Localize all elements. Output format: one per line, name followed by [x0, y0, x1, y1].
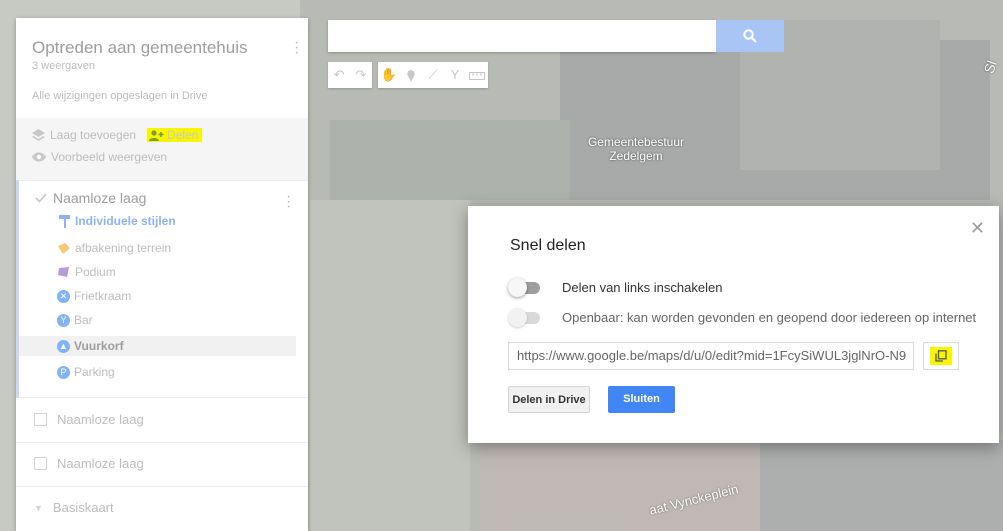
map-panel: Optreden aan gemeentehuis · · · 3 weergave…	[16, 18, 308, 531]
layer-options-menu-icon[interactable]: · · ·	[286, 189, 291, 215]
layer-name: Naamloze laag	[57, 456, 144, 471]
quick-share-dialog: ✕ Snel delen Delen van links inschakelen…	[468, 206, 999, 443]
search-input[interactable]	[328, 20, 716, 52]
layer-header[interactable]: Naamloze laag	[34, 412, 144, 427]
x-marker-icon: ✕	[57, 289, 70, 303]
ruler-icon[interactable]	[466, 62, 488, 88]
save-status: Alle wijzigingen opgeslagen in Drive	[32, 90, 208, 102]
polygon-icon	[58, 266, 69, 277]
pan-hand-icon[interactable]: ✋	[378, 62, 400, 88]
fire-marker-icon: ▲	[57, 339, 70, 353]
parking-marker-icon: P	[57, 365, 70, 379]
public-label: Openbaar: kan worden gevonden en geopend…	[562, 310, 977, 325]
copy-link-button[interactable]	[923, 342, 959, 370]
layer-checkbox[interactable]	[34, 457, 47, 470]
feature-item[interactable]: P Parking	[57, 362, 115, 382]
layer-checkbox[interactable]	[34, 413, 47, 426]
map-toolbar: ↶ ↷ ✋ ⟋ Y	[328, 62, 488, 88]
feature-item-selected[interactable]: ▲ Vuurkorf	[19, 336, 296, 356]
copy-icon	[935, 350, 947, 362]
eye-icon	[32, 152, 46, 162]
basemap-section: ▼ Basiskaart	[16, 486, 308, 531]
preview-button[interactable]: Voorbeeld weergeven	[32, 150, 167, 164]
public-toggle[interactable]	[508, 307, 542, 327]
layer-name: Naamloze laag	[53, 190, 147, 206]
map-building-label: Gemeentebestuur Zedelgem	[587, 135, 685, 163]
directions-icon[interactable]: Y	[444, 62, 466, 88]
preview-label: Voorbeeld weergeven	[51, 150, 168, 164]
search-icon	[743, 29, 757, 43]
paint-roller-icon	[59, 214, 70, 228]
chevron-down-icon[interactable]: ▼	[34, 503, 43, 513]
layers-icon	[32, 129, 45, 141]
feature-label: afbakening terrein	[75, 241, 172, 255]
layer-section: Naamloze laag · · · Individuele stijlen af…	[16, 180, 308, 398]
layer-header[interactable]: Naamloze laag	[35, 190, 146, 206]
share-button[interactable]: Delen	[147, 128, 203, 142]
feature-item[interactable]: afbakening terrein	[57, 238, 171, 258]
feature-label: Parking	[74, 365, 115, 379]
view-count: 3 weergaven	[32, 60, 95, 72]
undo-icon[interactable]: ↶	[328, 62, 350, 88]
individual-styles-link[interactable]: Individuele stijlen	[59, 214, 176, 228]
close-icon[interactable]: ✕	[970, 218, 985, 239]
feature-label: Frietkraam	[74, 289, 132, 303]
search-button[interactable]	[716, 20, 784, 52]
feature-label: Podium	[75, 265, 116, 279]
feature-label: Bar	[74, 313, 93, 327]
link-sharing-toggle[interactable]	[508, 277, 542, 297]
close-dialog-button[interactable]: Sluiten	[608, 386, 675, 413]
share-url-field[interactable]: https://www.google.be/maps/d/u/0/edit?mi…	[508, 342, 914, 370]
map-options-menu-icon[interactable]: · · ·	[294, 35, 299, 61]
dialog-title: Snel delen	[510, 237, 586, 254]
layer-header[interactable]: Naamloze laag	[34, 456, 144, 471]
basemap-label: Basiskaart	[52, 500, 114, 515]
redo-icon[interactable]: ↷	[350, 62, 372, 88]
layer-name: Naamloze laag	[57, 412, 144, 427]
cocktail-marker-icon: Y	[57, 313, 70, 327]
feature-label: Vuurkorf	[74, 339, 124, 353]
share-label: Delen	[167, 128, 199, 142]
add-layer-label: Laag toevoegen	[50, 128, 137, 142]
checkmark-icon[interactable]	[35, 193, 47, 203]
feature-item[interactable]: ✕ Frietkraam	[57, 286, 131, 306]
polygon-icon	[58, 242, 70, 254]
add-marker-icon[interactable]	[400, 62, 422, 88]
map-title[interactable]: Optreden aan gemeentehuis	[32, 38, 248, 58]
layer-section: Naamloze laag	[16, 398, 308, 443]
feature-item[interactable]: Podium	[57, 262, 116, 282]
layer-section: Naamloze laag	[16, 442, 308, 487]
individual-styles-label: Individuele stijlen	[75, 214, 176, 228]
add-layer-button[interactable]: Laag toevoegen	[32, 128, 136, 142]
feature-item[interactable]: Y Bar	[57, 310, 93, 330]
panel-actions: Laag toevoegen Delen Voorbeeld weergeven	[16, 118, 308, 181]
add-person-icon	[149, 129, 164, 141]
draw-line-icon[interactable]: ⟋	[422, 62, 444, 88]
share-in-drive-button[interactable]: Delen in Drive	[508, 386, 590, 413]
basemap-header[interactable]: ▼ Basiskaart	[34, 500, 114, 515]
link-sharing-label: Delen van links inschakelen	[562, 280, 723, 295]
